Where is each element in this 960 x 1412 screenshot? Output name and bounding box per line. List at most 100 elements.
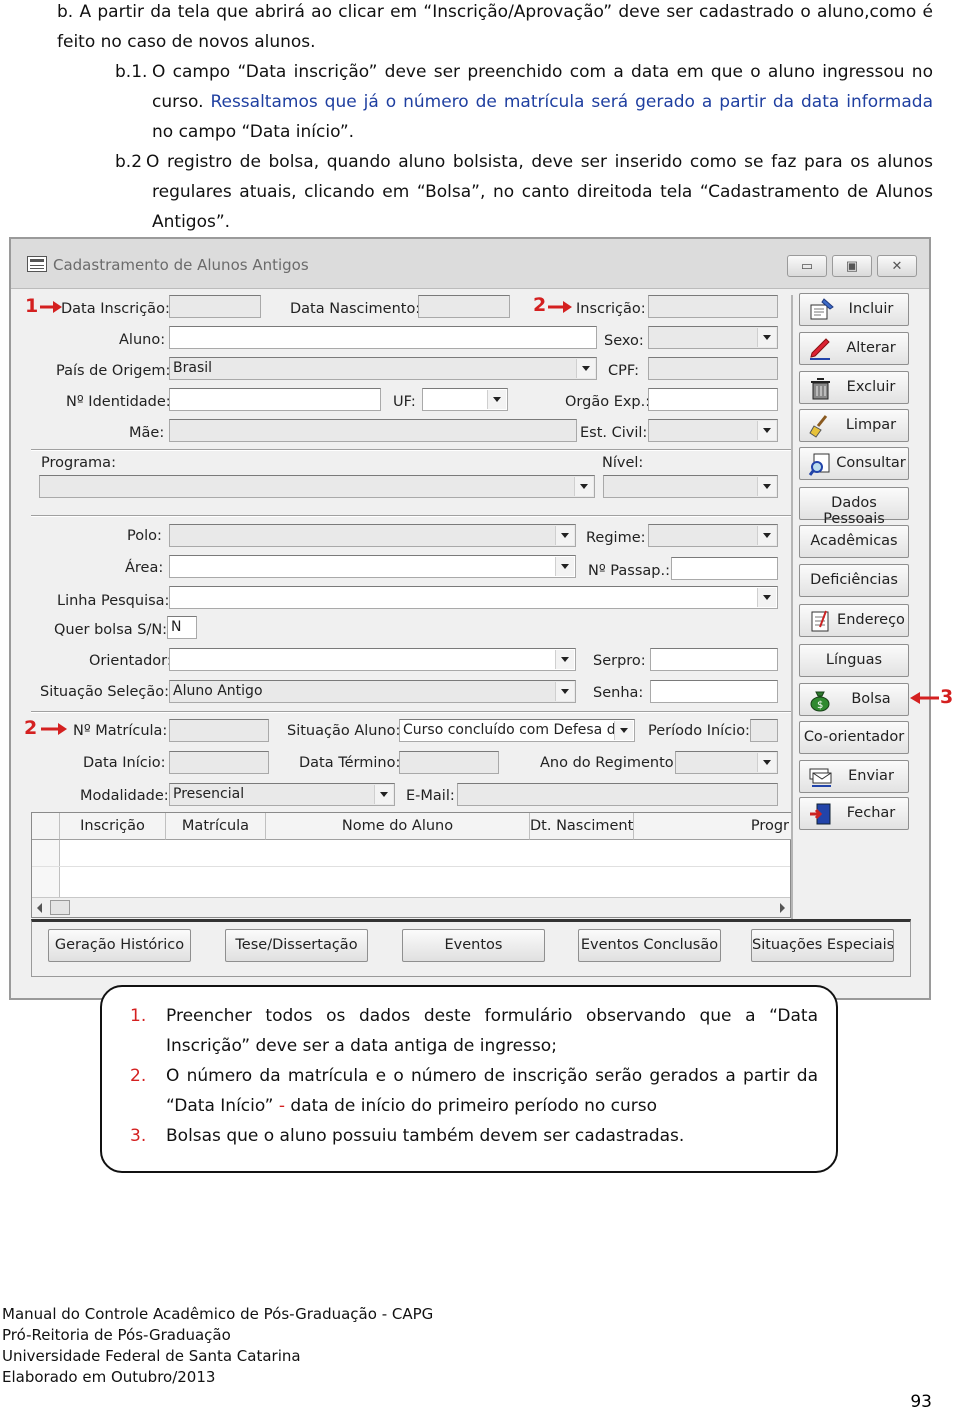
limpar-label: Limpar: [845, 417, 897, 433]
window-app-icon: [27, 256, 47, 272]
address-book-icon: [811, 610, 829, 632]
regime-select[interactable]: [648, 524, 778, 547]
deficiencias-label: Deficiências: [810, 572, 898, 588]
excluir-label: Excluir: [846, 379, 896, 395]
endereco-button[interactable]: Endereço: [799, 604, 909, 637]
linha-pesquisa-select[interactable]: [169, 586, 778, 609]
tese-dissertacao-button[interactable]: Tese/Dissertação: [225, 929, 368, 962]
chevron-down-icon: [757, 421, 776, 440]
pais-origem-select[interactable]: Brasil: [169, 357, 597, 380]
scroll-thumb[interactable]: [50, 900, 70, 915]
note-2: 2. O número da matrícula e o número de in…: [130, 1061, 818, 1121]
para-b: b. A partir da tela que abrirá ao clicar…: [57, 0, 933, 57]
data-inicio-field[interactable]: [169, 751, 269, 774]
table-row[interactable]: [32, 866, 790, 867]
uf-select[interactable]: [422, 388, 508, 411]
enviar-button[interactable]: Enviar: [799, 760, 909, 793]
quer-bolsa-field[interactable]: N: [167, 616, 197, 639]
orientador-select[interactable]: [169, 648, 576, 671]
row-header: [32, 840, 60, 898]
limpar-button[interactable]: Limpar: [799, 409, 909, 442]
bolsa-button[interactable]: $ Bolsa: [799, 683, 909, 716]
data-inscricao-field[interactable]: [169, 295, 261, 318]
fechar-button[interactable]: Fechar: [799, 797, 909, 830]
data-termino-field[interactable]: [399, 751, 499, 774]
situacao-selecao-select[interactable]: Aluno Antigo: [169, 680, 576, 703]
geracao-historico-button[interactable]: Geração Histórico: [48, 929, 191, 962]
alterar-button[interactable]: Alterar: [799, 332, 909, 365]
excluir-button[interactable]: Excluir: [799, 371, 909, 404]
grid-col-inscricao[interactable]: Inscrição: [60, 813, 166, 840]
passap-field[interactable]: [671, 557, 778, 580]
divider: [31, 711, 791, 713]
label-data-nascimento: Data Nascimento:: [290, 301, 421, 317]
chevron-down-icon: [757, 526, 776, 545]
scroll-left-icon[interactable]: [37, 903, 42, 913]
label-pais-origem: País de Origem:: [56, 363, 171, 379]
footer-line3: Universidade Federal de Santa Catarina: [2, 1347, 301, 1365]
polo-select[interactable]: [169, 524, 576, 547]
area-select[interactable]: [169, 555, 576, 578]
page-footer: Manual do Controle Acadêmico de Pós-Grad…: [2, 1304, 433, 1388]
chevron-down-icon: [757, 588, 776, 607]
eventos-conclusao-button[interactable]: Eventos Conclusão: [578, 929, 721, 962]
grid-col-programa[interactable]: Progr: [634, 813, 792, 840]
academicas-label: Acadêmicas: [810, 533, 898, 549]
para-b-line2: feito no caso de novos alunos.: [57, 32, 316, 52]
nivel-select[interactable]: [603, 475, 778, 498]
students-grid[interactable]: Inscrição Matrícula Nome do Aluno Dt. Na…: [31, 812, 792, 918]
co-orientador-button[interactable]: Co-orientador: [799, 721, 909, 754]
data-nascimento-field[interactable]: [418, 295, 510, 318]
grid-col-nascimento[interactable]: Dt. Nascimento: [530, 813, 634, 840]
programa-select[interactable]: [39, 475, 595, 498]
note-1-line2: Inscrição” deve ser a data antiga de ing…: [166, 1036, 557, 1056]
matricula-field[interactable]: [169, 719, 269, 742]
orgao-exp-field[interactable]: [648, 388, 778, 411]
est-civil-select[interactable]: [648, 419, 778, 442]
ano-regimento-select[interactable]: [675, 751, 778, 774]
scroll-right-icon[interactable]: [780, 903, 785, 913]
chevron-down-icon: [555, 650, 574, 669]
situacoes-especiais-button[interactable]: Situações Especiais: [751, 929, 894, 962]
label-orientador: Orientador:: [89, 653, 172, 669]
b1-label: b.1.: [115, 62, 148, 82]
horizontal-scrollbar[interactable]: [32, 897, 790, 917]
note-2-number: 2.: [130, 1066, 147, 1086]
cpf-field[interactable]: [648, 357, 778, 380]
deficiencias-button[interactable]: Deficiências: [799, 564, 909, 597]
chevron-down-icon: [614, 721, 633, 740]
label-matricula: Nº Matrícula:: [73, 723, 168, 739]
sexo-select[interactable]: [648, 326, 778, 349]
mae-field[interactable]: [169, 419, 577, 442]
periodo-inicio-field[interactable]: [750, 719, 778, 742]
notes-box: 1. Preencher todos os dados deste formulá…: [100, 985, 838, 1173]
grid-col-matricula[interactable]: Matrícula: [166, 813, 266, 840]
aluno-field[interactable]: [169, 326, 597, 349]
modalidade-select[interactable]: Presencial: [169, 783, 395, 806]
email-field[interactable]: [457, 783, 778, 806]
b2-label: b.2: [115, 152, 143, 172]
para-b1-line1: O campo “Data inscrição” deve ser preenc…: [152, 62, 933, 82]
minimize-button[interactable]: ▭: [787, 255, 827, 277]
footer-line1: Manual do Controle Acadêmico de Pós-Grad…: [2, 1305, 434, 1323]
close-button[interactable]: ✕: [877, 255, 917, 277]
linguas-button[interactable]: Línguas: [799, 644, 909, 677]
identidade-field[interactable]: [169, 388, 381, 411]
inscricao-field[interactable]: [648, 295, 778, 318]
grid-col-nome[interactable]: Nome do Aluno: [266, 813, 530, 840]
eventos-button[interactable]: Eventos: [402, 929, 545, 962]
consultar-button[interactable]: Consultar: [799, 447, 909, 480]
label-sexo: Sexo:: [604, 333, 644, 349]
dados-pessoais-button[interactable]: Dados Pessoais: [799, 487, 909, 527]
incluir-button[interactable]: Incluir: [799, 293, 909, 326]
label-data-inicio: Data Início:: [83, 755, 166, 771]
serpro-field[interactable]: [650, 648, 778, 671]
label-data-inscricao: Data Inscrição:: [61, 301, 170, 317]
academicas-button[interactable]: Acadêmicas: [799, 525, 909, 558]
maximize-button[interactable]: ▣: [832, 255, 872, 277]
dados-pessoais-label: Dados Pessoais: [823, 495, 885, 527]
senha-field[interactable]: [650, 680, 778, 703]
label-regime: Regime:: [586, 530, 646, 546]
situacao-aluno-select[interactable]: Curso concluído com Defesa de: [399, 719, 635, 742]
divider: [31, 515, 791, 517]
